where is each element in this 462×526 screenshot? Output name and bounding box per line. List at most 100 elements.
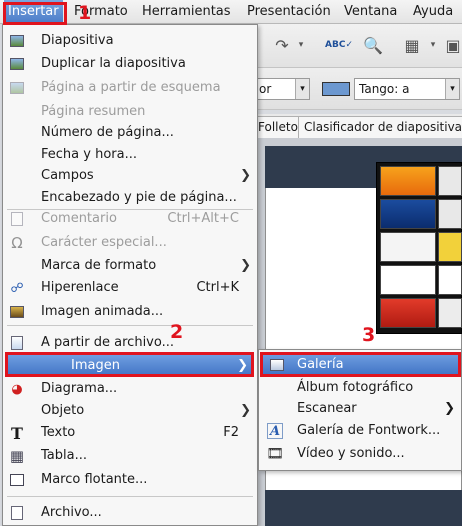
menu-presentacion[interactable]: Presentación <box>243 0 335 24</box>
thumbnail <box>438 166 462 196</box>
fill-color-swatch[interactable] <box>322 82 350 96</box>
submenu-item-album[interactable]: Álbum fotográfico <box>259 377 461 399</box>
menu-item-comentario: Comentario Ctrl+Alt+C <box>3 208 257 230</box>
menu-item-label: Archivo... <box>41 505 102 520</box>
menu-item-label: A partir de archivo... <box>41 335 174 350</box>
menu-item-encabezado[interactable]: Encabezado y pie de página... <box>3 187 257 209</box>
redo-icon[interactable]: ↷ <box>272 34 292 56</box>
menu-item-label: Número de página... <box>41 125 174 140</box>
menu-item-caracter-especial: Ω Carácter especial... <box>3 232 257 254</box>
menu-item-label: Diagrama... <box>41 381 118 396</box>
submenu-item-escanear[interactable]: Escanear ❯ <box>259 398 461 420</box>
menu-item-a-partir-archivo[interactable]: A partir de archivo... <box>3 332 257 354</box>
annotation-box-imagen <box>5 352 254 377</box>
line-style-value: or <box>259 82 272 96</box>
chevron-right-icon: ❯ <box>240 258 251 273</box>
menu-item-pagina-esquema: Página a partir de esquema <box>3 77 257 99</box>
menu-item-pagina-resumen: Página resumen <box>3 101 257 123</box>
image-icon[interactable]: ▣ <box>444 34 462 56</box>
menu-item-duplicar[interactable]: Duplicar la diapositiva <box>3 53 257 75</box>
menu-ayuda[interactable]: Ayuda <box>409 0 457 24</box>
thumbnail <box>380 298 436 328</box>
slide-footer-band <box>265 490 462 526</box>
menu-item-label: Marco flotante... <box>41 472 148 487</box>
submenu-item-video-sonido[interactable]: 🎞 Vídeo y sonido... <box>259 443 461 465</box>
chevron-down-icon[interactable]: ▾ <box>296 34 306 56</box>
menu-item-campos[interactable]: Campos ❯ <box>3 165 257 187</box>
menu-herramientas[interactable]: Herramientas <box>138 0 235 24</box>
chevron-down-icon[interactable]: ▾ <box>428 34 438 56</box>
menu-item-label: Encabezado y pie de página... <box>41 190 237 205</box>
tab-clasificador[interactable]: Clasificador de diapositivas <box>298 116 462 138</box>
menu-item-label: Tabla... <box>41 448 87 463</box>
chevron-right-icon: ❯ <box>240 168 251 183</box>
menu-item-archivo[interactable]: Archivo... <box>3 502 257 524</box>
menu-separator <box>7 325 253 326</box>
menu-item-texto[interactable]: T Texto F2 <box>3 422 257 444</box>
slide-thumbnail-grid <box>376 162 462 334</box>
omega-icon: Ω <box>11 234 23 252</box>
menu-item-shortcut: Ctrl+K <box>196 280 239 295</box>
video-icon: 🎞 <box>266 446 284 462</box>
submenu-item-label: Vídeo y sonido... <box>297 446 405 461</box>
duplicate-slide-icon <box>9 56 25 72</box>
annotation-box-insertar <box>3 2 67 25</box>
menu-item-label: Objeto <box>41 403 85 418</box>
view-tabs: Folleto Clasificador de diapositivas <box>250 114 462 138</box>
line-style-dropdown[interactable]: or ▾ <box>254 78 310 100</box>
menu-item-tabla[interactable]: ▦ Tabla... <box>3 445 257 467</box>
thumbnail <box>380 199 436 229</box>
annotation-number-2: 2 <box>170 321 184 343</box>
annotation-number-3: 3 <box>362 324 376 346</box>
thumbnail <box>438 199 462 229</box>
thumbnail <box>438 232 462 262</box>
chevron-right-icon: ❯ <box>444 401 455 416</box>
menu-item-label: Campos <box>41 168 94 183</box>
annotation-number-1: 1 <box>78 2 92 24</box>
menu-item-objeto[interactable]: Objeto ❯ <box>3 400 257 422</box>
menu-item-imagen-animada[interactable]: Imagen animada... <box>3 301 257 323</box>
menu-ventana[interactable]: Ventana <box>340 0 401 24</box>
text-icon: T <box>11 423 23 443</box>
menu-item-shortcut: Ctrl+Alt+C <box>167 211 239 226</box>
tab-folleto[interactable]: Folleto <box>252 116 304 138</box>
menu-item-diapositiva[interactable]: Diapositiva <box>3 30 257 52</box>
chart-icon: ◕ <box>11 381 23 397</box>
menu-item-label: Imagen animada... <box>41 304 164 319</box>
thumbnail <box>438 298 462 328</box>
submenu-item-label: Escanear <box>297 401 357 416</box>
submenu-item-fontwork[interactable]: A Galería de Fontwork... <box>259 420 461 442</box>
menu-item-label: Página a partir de esquema <box>41 80 221 95</box>
annotation-box-galeria <box>260 352 461 377</box>
fontwork-icon: A <box>267 423 283 439</box>
comment-icon <box>9 211 25 227</box>
zoom-icon[interactable]: 🔍 <box>362 34 384 56</box>
floating-frame-icon <box>9 472 25 488</box>
menu-item-diagrama[interactable]: ◕ Diagrama... <box>3 378 257 400</box>
standard-toolbar: ↷ ▾ ABC✓ 🔍 ▦ ▾ ▣ <box>250 24 462 68</box>
fill-style-dropdown[interactable]: Tango: a ▾ <box>354 78 460 100</box>
menu-item-label: Carácter especial... <box>41 235 167 250</box>
menu-item-numero-pagina[interactable]: Número de página... <box>3 122 257 144</box>
menu-item-label: Diapositiva <box>41 33 114 48</box>
menu-item-label: Duplicar la diapositiva <box>41 56 186 71</box>
menu-item-label: Texto <box>41 425 76 440</box>
new-slide-icon <box>9 33 25 49</box>
insert-menu: Diapositiva Duplicar la diapositiva Pági… <box>2 24 258 526</box>
menu-item-marco-flotante[interactable]: Marco flotante... <box>3 469 257 491</box>
table-icon: ▦ <box>9 447 25 465</box>
menu-item-fecha-hora[interactable]: Fecha y hora... <box>3 144 257 166</box>
thumbnail <box>380 265 436 295</box>
menu-item-marca-formato[interactable]: Marca de formato ❯ <box>3 255 257 277</box>
menu-separator <box>7 496 253 497</box>
menu-item-label: Página resumen <box>41 104 146 119</box>
menu-item-hiperenlace[interactable]: ☍ Hiperenlace Ctrl+K <box>3 277 257 299</box>
table-icon[interactable]: ▦ <box>400 34 424 56</box>
spellcheck-icon[interactable]: ABC✓ <box>325 34 353 56</box>
line-fill-toolbar: or ▾ Tango: a ▾ <box>250 68 462 110</box>
menu-item-label: Comentario <box>41 211 117 226</box>
chevron-down-icon: ▾ <box>295 79 309 99</box>
submenu-item-label: Álbum fotográfico <box>297 380 414 395</box>
file-icon <box>9 505 25 521</box>
menu-item-label: Hiperenlace <box>41 280 119 295</box>
